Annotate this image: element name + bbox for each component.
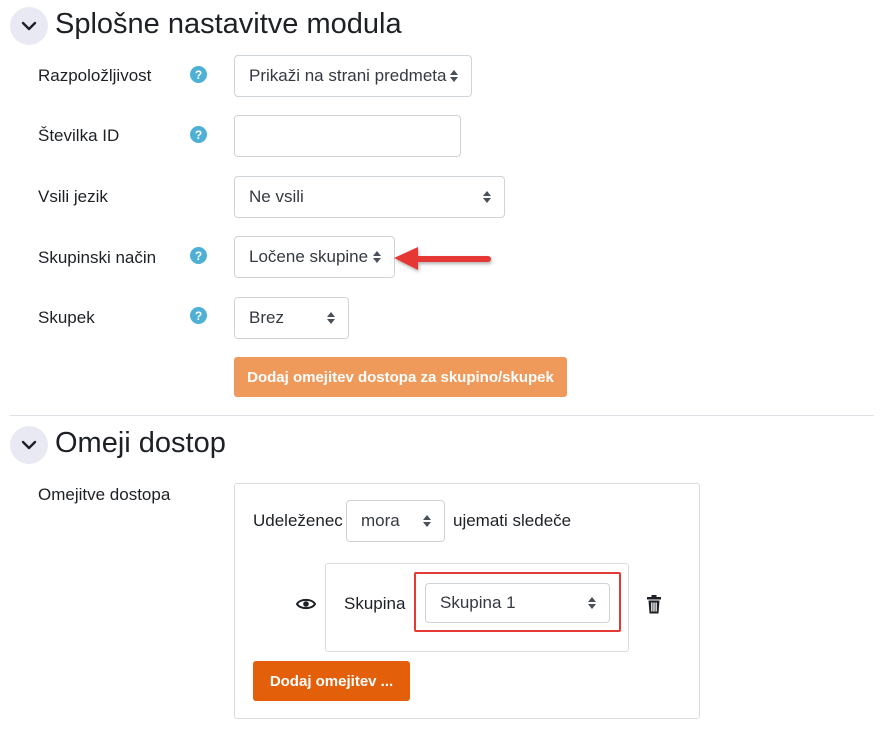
group-condition-label: Skupina xyxy=(344,594,406,613)
general-section-title: Splošne nastavitve modula xyxy=(55,8,402,40)
sort-caret-icon xyxy=(588,597,596,609)
must-select[interactable]: mora xyxy=(346,500,445,542)
general-section-toggle[interactable] xyxy=(10,7,48,45)
group-condition-select[interactable]: Skupina 1 xyxy=(425,583,610,623)
add-restriction-button[interactable]: Dodaj omejitev ... xyxy=(253,661,410,701)
restrict-section-title: Omeji dostop xyxy=(55,427,226,459)
force-language-value: Ne vsili xyxy=(249,187,304,206)
question-mark-icon[interactable]: ? xyxy=(190,66,207,83)
sort-caret-icon xyxy=(450,70,458,82)
red-arrow-icon xyxy=(394,247,491,270)
section-divider xyxy=(10,415,874,416)
question-mark-icon[interactable]: ? xyxy=(190,307,207,324)
must-value: mora xyxy=(361,511,400,530)
add-group-restriction-button[interactable]: Dodaj omejitev dostopa za skupino/skupek xyxy=(234,357,567,397)
question-mark-icon[interactable]: ? xyxy=(190,126,207,143)
grouping-select[interactable]: Brez xyxy=(234,297,349,339)
id-number-label: Številka ID xyxy=(38,126,120,145)
sort-caret-icon xyxy=(483,191,491,203)
group-mode-select[interactable]: Ločene skupine xyxy=(234,236,395,278)
availability-label: Razpoložljivost xyxy=(38,66,152,85)
sort-caret-icon xyxy=(373,251,381,263)
grouping-label: Skupek xyxy=(38,308,95,327)
id-number-input[interactable] xyxy=(234,115,461,157)
participant-text: Udeleženec xyxy=(253,511,343,530)
chevron-down-icon xyxy=(21,21,37,31)
group-mode-value: Ločene skupine xyxy=(249,247,369,266)
group-condition-value: Skupina 1 xyxy=(440,593,516,612)
availability-select[interactable]: Prikaži na strani predmeta xyxy=(234,55,472,97)
sort-caret-icon xyxy=(423,515,431,527)
group-mode-label: Skupinski način xyxy=(38,248,157,267)
availability-value: Prikaži na strani predmeta xyxy=(249,66,447,85)
trash-icon[interactable] xyxy=(646,595,662,614)
grouping-value: Brez xyxy=(249,308,284,327)
match-text: ujemati sledeče xyxy=(453,511,572,530)
sort-caret-icon xyxy=(327,312,335,324)
question-mark-icon[interactable]: ? xyxy=(190,247,207,264)
eye-icon[interactable] xyxy=(296,596,316,612)
force-language-label: Vsili jezik xyxy=(38,187,108,206)
access-restrictions-label: Omejitve dostopa xyxy=(38,485,171,504)
force-language-select[interactable]: Ne vsili xyxy=(234,176,505,218)
restrict-section-toggle[interactable] xyxy=(10,426,48,464)
chevron-down-icon xyxy=(21,440,37,450)
